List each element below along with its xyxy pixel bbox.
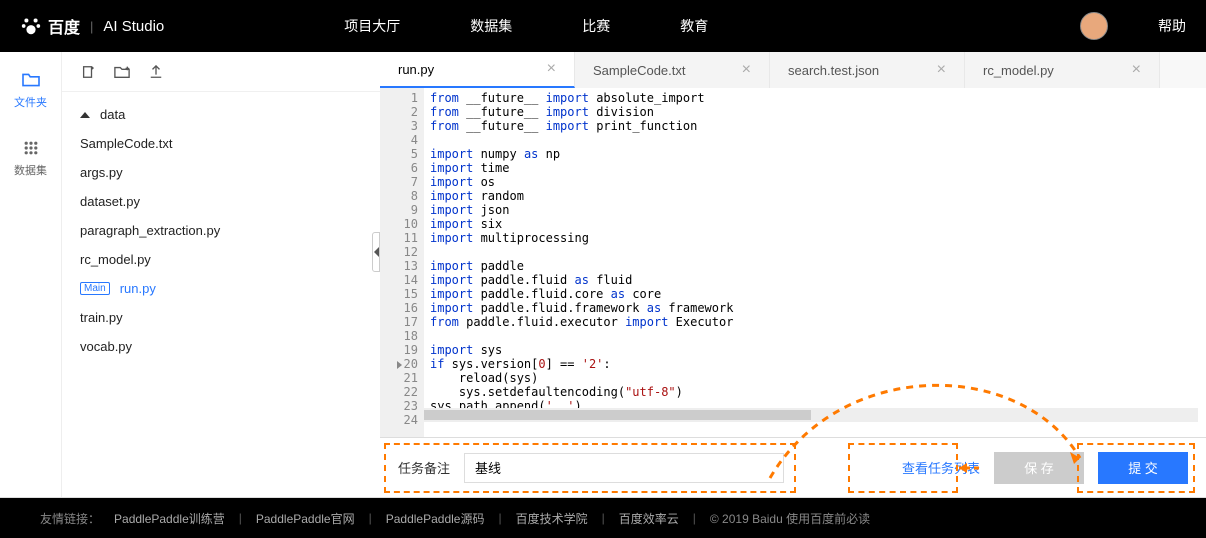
task-note-label: 任务备注 [398, 458, 450, 477]
task-note-input[interactable] [464, 453, 784, 483]
nav-datasets[interactable]: 数据集 [470, 16, 512, 36]
footer-link-4[interactable]: 百度效率云 [619, 510, 679, 527]
file-panel: data SampleCode.txt args.py dataset.py p… [62, 52, 380, 497]
logo[interactable]: 百度 | AI Studio [20, 14, 164, 38]
editor-area: run.py× SampleCode.txt× search.test.json… [380, 52, 1206, 497]
footer-copyright: © 2019 Baidu 使用百度前必读 [710, 510, 870, 527]
file-args[interactable]: args.py [72, 158, 370, 187]
file-samplecode[interactable]: SampleCode.txt [72, 129, 370, 158]
submit-button[interactable]: 提 交 [1098, 452, 1188, 484]
rail-files[interactable]: 文件夹 [14, 72, 47, 110]
save-button[interactable]: 保 存 [994, 452, 1084, 484]
nav-projects[interactable]: 项目大厅 [344, 16, 400, 36]
new-file-icon[interactable] [80, 64, 96, 80]
footer-link-1[interactable]: PaddlePaddle官网 [256, 510, 355, 527]
top-header: 百度 | AI Studio 项目大厅 数据集 比赛 教育 帮助 [0, 0, 1206, 52]
file-vocab[interactable]: vocab.py [72, 332, 370, 361]
footer-link-3[interactable]: 百度技术学院 [516, 510, 588, 527]
main-area: 文件夹 数据集 data SampleCode.txt args.py data… [0, 52, 1206, 498]
line-gutter: 123456789101112131415161718192021222324 [380, 88, 424, 437]
bottom-bar: 任务备注 查看任务列表 保 存 提 交 [380, 437, 1206, 497]
scrollbar-thumb[interactable] [424, 410, 811, 420]
nav-competitions[interactable]: 比赛 [582, 16, 610, 36]
code-content[interactable]: from __future__ import absolute_importfr… [424, 88, 1206, 437]
header-right: 帮助 [1080, 12, 1186, 40]
view-task-list-link[interactable]: 查看任务列表 [902, 458, 980, 477]
file-train[interactable]: train.py [72, 303, 370, 332]
logo-main-text: 百度 [48, 14, 80, 38]
file-run-main[interactable]: Mainrun.py [72, 274, 370, 303]
tab-rc-model[interactable]: rc_model.py× [965, 52, 1160, 88]
tab-run-py[interactable]: run.py× [380, 52, 575, 88]
file-paragraph-extraction[interactable]: paragraph_extraction.py [72, 216, 370, 245]
close-icon[interactable]: × [547, 60, 556, 78]
file-dataset[interactable]: dataset.py [72, 187, 370, 216]
close-icon[interactable]: × [742, 61, 751, 79]
footer-link-2[interactable]: PaddlePaddle源码 [386, 510, 485, 527]
file-rc-model[interactable]: rc_model.py [72, 245, 370, 274]
new-folder-icon[interactable] [114, 64, 130, 80]
file-tree: data SampleCode.txt args.py dataset.py p… [62, 92, 380, 369]
panel-collapse-handle[interactable] [372, 232, 380, 272]
editor-tabs: run.py× SampleCode.txt× search.test.json… [380, 52, 1206, 88]
main-tag: Main [80, 282, 110, 295]
folder-data[interactable]: data [72, 100, 370, 129]
footer-prefix: 友情链接： [40, 510, 100, 527]
help-link[interactable]: 帮助 [1158, 16, 1186, 36]
nav-education[interactable]: 教育 [680, 16, 708, 36]
main-nav: 项目大厅 数据集 比赛 教育 [344, 16, 1080, 36]
logo-sub-text: AI Studio [103, 18, 164, 35]
close-icon[interactable]: × [1132, 61, 1141, 79]
baidu-paw-icon [20, 15, 42, 37]
tab-samplecode[interactable]: SampleCode.txt× [575, 52, 770, 88]
grid-icon [21, 140, 41, 156]
left-rail: 文件夹 数据集 [0, 52, 62, 497]
footer: 友情链接： PaddlePaddle训练营| PaddlePaddle官网| P… [0, 498, 1206, 538]
code-editor[interactable]: 123456789101112131415161718192021222324 … [380, 88, 1206, 437]
chevron-up-icon [80, 112, 90, 118]
user-avatar[interactable] [1080, 12, 1108, 40]
file-toolbar [62, 52, 380, 92]
tab-search-test[interactable]: search.test.json× [770, 52, 965, 88]
close-icon[interactable]: × [937, 61, 946, 79]
folder-icon [21, 72, 41, 88]
upload-icon[interactable] [148, 64, 164, 80]
horizontal-scrollbar[interactable] [424, 408, 1198, 422]
rail-datasets[interactable]: 数据集 [14, 140, 47, 178]
footer-link-0[interactable]: PaddlePaddle训练营 [114, 510, 225, 527]
